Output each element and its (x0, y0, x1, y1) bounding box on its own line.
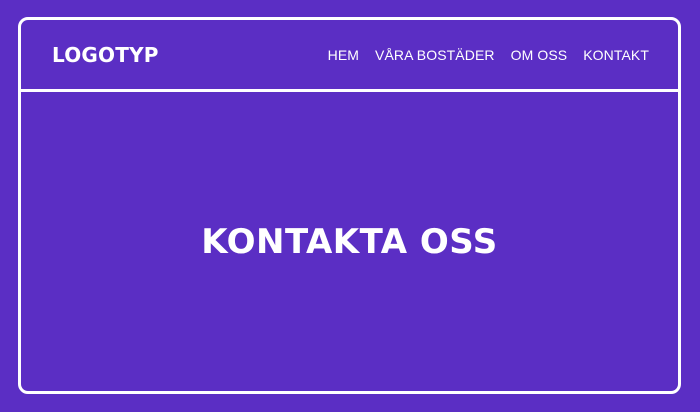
nav-link-vara-bostader[interactable]: VÅRA BOSTÄDER (375, 47, 495, 63)
site-header: LOGOTYP HEM VÅRA BOSTÄDER OM OSS KONTAKT (21, 20, 678, 92)
page-frame: LOGOTYP HEM VÅRA BOSTÄDER OM OSS KONTAKT… (18, 17, 681, 394)
nav-link-kontakt[interactable]: KONTAKT (583, 47, 649, 63)
main-nav: HEM VÅRA BOSTÄDER OM OSS KONTAKT (328, 45, 649, 64)
nav-item-kontakt: KONTAKT (583, 45, 649, 64)
nav-item-hem: HEM (328, 45, 359, 64)
nav-item-om-oss: OM OSS (511, 45, 568, 64)
nav-item-vara-bostader: VÅRA BOSTÄDER (375, 45, 495, 64)
nav-link-om-oss[interactable]: OM OSS (511, 47, 568, 63)
nav-link-hem[interactable]: HEM (328, 47, 359, 63)
logo[interactable]: LOGOTYP (52, 43, 159, 67)
nav-list: HEM VÅRA BOSTÄDER OM OSS KONTAKT (328, 45, 649, 64)
page-title: KONTAKTA OSS (201, 221, 498, 262)
hero-section: KONTAKTA OSS (21, 92, 678, 391)
